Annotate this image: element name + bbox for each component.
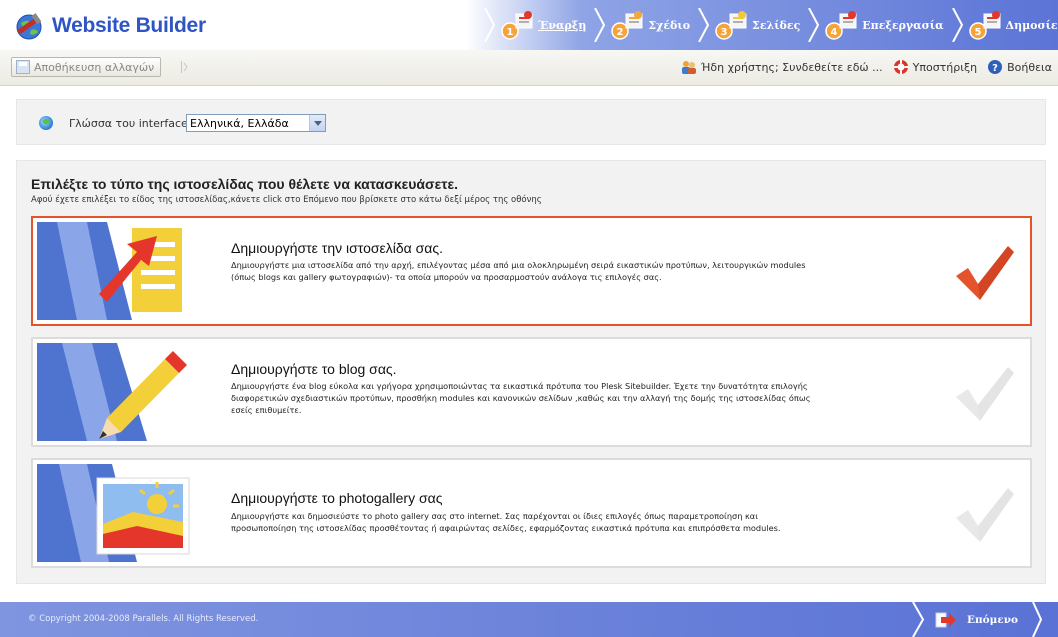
blog-illustration-icon [37, 343, 215, 441]
wizard-step-label: Δημοσίευση [1005, 18, 1058, 32]
option-photogallery-desc-line: προσωποποίηση της ιστοσελίδας προσθέτοντ… [231, 523, 781, 533]
language-select[interactable]: Ελληνικά, Ελλάδα [186, 114, 326, 132]
globe-icon [39, 116, 53, 130]
page-title: Επιλέξτε το τύπο της ιστοσελίδας που θέλ… [31, 176, 459, 192]
svg-text:4: 4 [831, 27, 838, 38]
option-blog-desc-line: Δημιουργήστε ένα blog εύκολα και γρήγορα… [231, 381, 808, 391]
option-website-description: Δημιουργήστε μια ιστοσελίδα από την αρχή… [231, 259, 943, 283]
header-bar: Website Builder 1 Έναρξη 2 Σχέδιο 3 Σελίδες 4 Ε… [0, 0, 1058, 50]
next-button-label: Επόμενο [966, 613, 1018, 626]
chevron-down-icon[interactable] [309, 115, 325, 131]
option-website-desc-line: Δημιουργήστε μια ιστοσελίδα από την αρχή… [231, 260, 806, 270]
language-select-value: Ελληνικά, Ελλάδα [190, 116, 289, 130]
wizard-step-1[interactable]: 1 Έναρξη [496, 8, 592, 42]
publish-icon: 5 [968, 9, 1004, 41]
save-changes-button[interactable]: Αποθήκευση αλλαγών [11, 57, 162, 77]
help-icon: ? [987, 59, 1003, 75]
step-separator-icon [808, 8, 820, 42]
footer-bar: © Copyright 2004-2008 Parallels. All Rig… [0, 602, 1058, 637]
option-photogallery[interactable]: Δημιουργήστε το photogallery σας Δημιουρ… [31, 458, 1032, 568]
toolbar-grip-icon [181, 61, 188, 73]
site-type-panel: Επιλέξτε το τύπο της ιστοσελίδας που θέλ… [16, 160, 1046, 584]
wizard-step-3[interactable]: 3 Σελίδες [710, 8, 806, 42]
wizard-step-4[interactable]: 4 Επεξεργασία [820, 8, 949, 42]
start-icon: 1 [500, 9, 536, 41]
checkmark-icon [956, 488, 1014, 542]
step-separator-icon [912, 602, 925, 637]
checkmark-icon [956, 367, 1014, 421]
support-link-label: Υποστήριξη [912, 60, 978, 74]
toolbar: Αποθήκευση αλλαγών Ήδη χρήστης; Συνδεθεί… [0, 50, 1058, 86]
option-website-desc-line: (όπως blogs και gallery φωτογραφιών)- τα… [231, 272, 662, 282]
checkmark-icon [956, 246, 1014, 300]
option-website[interactable]: Δημιουργήστε την ιστοσελίδα σας. Δημιουρ… [31, 216, 1032, 326]
option-website-title: Δημιουργήστε την ιστοσελίδα σας. [231, 240, 444, 256]
wizard-steps: 1 Έναρξη 2 Σχέδιο 3 Σελίδες 4 Επεξεργασία 5 Δημοσ… [482, 8, 1058, 42]
wizard-step-label: Σελίδες [752, 18, 801, 32]
language-label: Γλώσσα του interface [69, 117, 188, 130]
option-blog-title: Δημιουργήστε το blog σας. [231, 361, 397, 377]
design-icon: 2 [610, 9, 646, 41]
step-separator-icon [698, 8, 710, 42]
option-photogallery-desc-line: Δημιουργήστε και δημοσιεύστε το photo ga… [231, 511, 758, 521]
lifebuoy-icon [893, 59, 909, 75]
wizard-step-label: Επεξεργασία [862, 18, 944, 32]
svg-text:5: 5 [974, 27, 981, 38]
floppy-disk-icon [16, 60, 30, 74]
language-panel: Γλώσσα του interface Ελληνικά, Ελλάδα [16, 99, 1046, 145]
option-blog[interactable]: Δημιουργήστε το blog σας. Δημιουργήστε έ… [31, 337, 1032, 447]
app-logo[interactable]: Website Builder [14, 10, 206, 42]
wizard-step-2[interactable]: 2 Σχέδιο [606, 8, 696, 42]
page-subtitle: Αφού έχετε επιλέξει το είδος της ιστοσελ… [31, 195, 542, 205]
step-separator-icon [594, 8, 606, 42]
next-button[interactable]: Επόμενο [911, 602, 1042, 637]
help-link[interactable]: ? Βοήθεια [987, 59, 1052, 75]
photogallery-illustration-icon [37, 464, 215, 562]
edit-icon: 4 [824, 9, 860, 41]
logo-globe-icon [14, 11, 48, 41]
option-blog-desc-line: διαφορετικών σχεδιαστικών προτύπων, προσ… [231, 393, 811, 403]
login-link-label: Ήδη χρήστης; Συνδεθείτε εδώ ... [700, 60, 883, 74]
wizard-step-5[interactable]: 5 Δημοσίευση [964, 8, 1058, 42]
wizard-step-label: Σχέδιο [648, 18, 691, 32]
svg-text:1: 1 [507, 27, 514, 38]
option-photogallery-description: Δημιουργήστε και δημοσιεύστε το photo ga… [231, 510, 943, 534]
option-blog-description: Δημιουργήστε ένα blog εύκολα και γρήγορα… [231, 380, 943, 416]
step-separator-icon [484, 8, 496, 42]
next-arrow-icon [935, 612, 956, 627]
wizard-step-label: Έναρξη [538, 18, 587, 32]
website-illustration-icon [37, 222, 215, 320]
option-photogallery-title: Δημιουργήστε το photogallery σας [231, 490, 443, 506]
save-changes-label: Αποθήκευση αλλαγών [34, 60, 155, 74]
pages-icon: 3 [714, 9, 750, 41]
svg-text:?: ? [992, 63, 998, 74]
support-link[interactable]: Υποστήριξη [893, 59, 977, 75]
logo-text: Website Builder [52, 14, 206, 37]
login-link[interactable]: Ήδη χρήστης; Συνδεθείτε εδώ ... [681, 59, 883, 75]
option-blog-desc-line: εσείς επιθυμείτε. [231, 405, 302, 415]
step-separator-icon [951, 8, 963, 42]
help-link-label: Βοήθεια [1007, 60, 1052, 74]
users-icon [681, 59, 697, 75]
step-separator-icon [1032, 602, 1042, 637]
copyright-text: © Copyright 2004-2008 Parallels. All Rig… [28, 614, 259, 624]
svg-text:3: 3 [721, 27, 728, 38]
svg-text:2: 2 [617, 27, 624, 38]
